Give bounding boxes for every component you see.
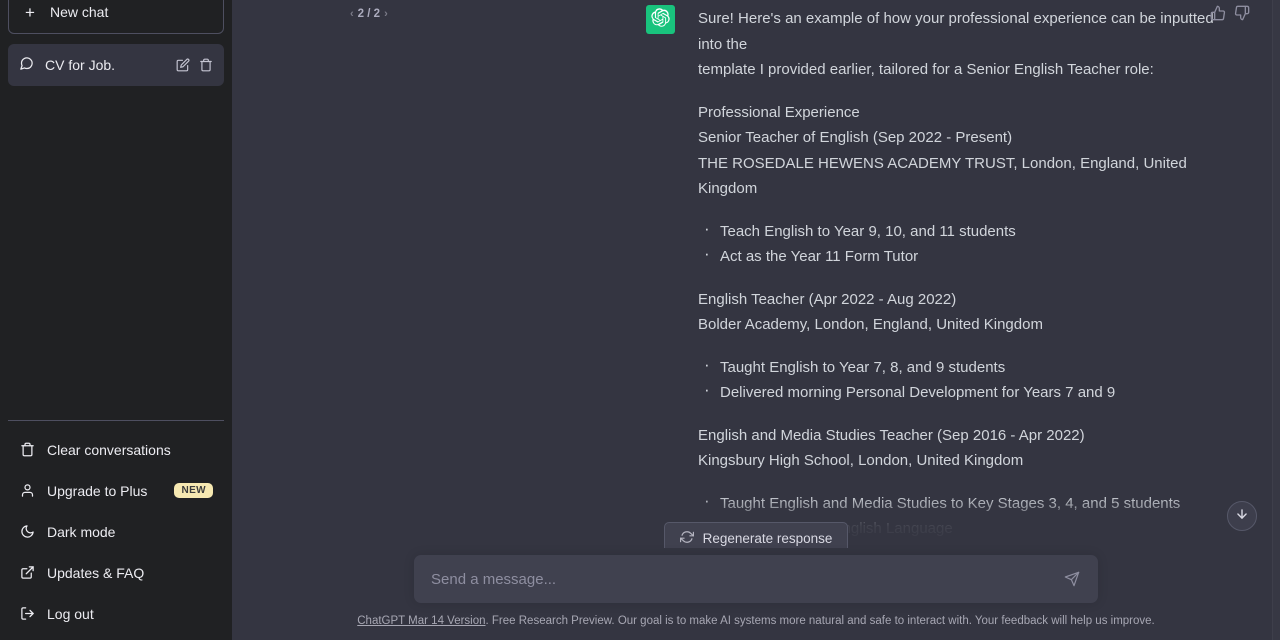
message-input[interactable] (431, 570, 1061, 588)
conversation-actions (176, 58, 213, 72)
assistant-message: ‹ 2 / 2 › Sure! Here's an example of how… (232, 0, 1280, 593)
new-chat-button[interactable]: + New chat (8, 0, 224, 34)
conversation-item-cv-for-job[interactable]: CV for Job. (8, 44, 224, 86)
version-link[interactable]: ChatGPT Mar 14 Version (357, 615, 485, 627)
sidebar-item-dark-mode[interactable]: Dark mode (8, 511, 224, 552)
refresh-icon (679, 530, 694, 547)
send-plane-icon[interactable] (1061, 568, 1083, 590)
message-inner: Sure! Here's an example of how your prof… (232, 0, 1280, 593)
pencil-icon[interactable] (176, 58, 190, 72)
trash-icon (19, 442, 35, 457)
conversation-list: CV for Job. (8, 44, 224, 86)
job-bullets: Taught English to Year 7, 8, and 9 stude… (698, 352, 1228, 406)
job-role: English Teacher (Apr 2022 - Aug 2022) (698, 290, 957, 308)
conversation-title: CV for Job. (45, 57, 116, 73)
footer-disclaimer-text: . Free Research Preview. Our goal is to … (485, 615, 1155, 627)
list-item: Teach English to Year 9, 10, and 11 stud… (698, 216, 1228, 245)
job-employer: THE ROSEDALE HEWENS ACADEMY TRUST, Londo… (698, 154, 1187, 198)
message-feedback (1210, 5, 1250, 21)
sidebar-item-label: Log out (47, 605, 94, 622)
job-bullets: Teach English to Year 9, 10, and 11 stud… (698, 216, 1228, 270)
sidebar-item-log-out[interactable]: Log out (8, 593, 224, 634)
sidebar-item-clear-conversations[interactable]: Clear conversations (8, 429, 224, 470)
moon-icon (19, 524, 35, 539)
plus-icon: + (25, 2, 35, 22)
sidebar-item-label: Upgrade to Plus (47, 482, 148, 499)
list-item: Delivered morning Personal Development f… (698, 377, 1228, 406)
thumbs-up-icon[interactable] (1210, 5, 1226, 21)
thread-scrollbar[interactable] (1272, 0, 1280, 640)
person-icon (19, 483, 35, 498)
logout-icon (19, 606, 35, 621)
sidebar-bottom-menu: Clear conversations Upgrade to Plus NEW (8, 420, 224, 640)
sidebar: + New chat CV for Job. Clear conversatio… (0, 0, 232, 640)
sidebar-item-label: Clear conversations (47, 441, 171, 458)
list-item: Act as the Year 11 Form Tutor (698, 241, 1228, 270)
status-badge-new: NEW (174, 483, 213, 498)
chatgpt-app: + New chat CV for Job. Clear conversatio… (0, 0, 1280, 640)
intro-line-2: template I provided earlier, tailored fo… (698, 61, 1154, 78)
job-role: English and Media Studies Teacher (Sep 2… (698, 426, 1085, 444)
job-employer: Bolder Academy, London, England, United … (698, 316, 1043, 333)
intro-line-1: Sure! Here's an example of how your prof… (698, 10, 1214, 53)
chat-bubble-icon (19, 56, 34, 74)
message-content: Sure! Here's an example of how your prof… (698, 0, 1228, 593)
footer-disclaimer: ChatGPT Mar 14 Version. Free Research Pr… (232, 615, 1280, 627)
list-item: Taught English and Media Studies to Key … (698, 488, 1228, 517)
new-chat-label: New chat (50, 4, 109, 20)
main-panel: ‹ 2 / 2 › Sure! Here's an example of how… (232, 0, 1280, 640)
external-link-icon (19, 565, 35, 580)
job-employer: Kingsbury High School, London, United Ki… (698, 452, 1024, 469)
sidebar-item-upgrade-to-plus[interactable]: Upgrade to Plus NEW (8, 470, 224, 511)
job-role: Senior Teacher of English (Sep 2022 - Pr… (698, 129, 1013, 146)
composer-box (414, 555, 1098, 603)
section-heading: Professional Experience (698, 103, 860, 121)
sidebar-item-label: Dark mode (47, 523, 116, 540)
thumbs-down-icon[interactable] (1234, 5, 1250, 21)
composer-area: ChatGPT Mar 14 Version. Free Research Pr… (232, 548, 1280, 640)
trash-icon[interactable] (199, 58, 213, 72)
regenerate-response-label: Regenerate response (702, 531, 833, 546)
sidebar-item-label: Updates & FAQ (47, 564, 145, 581)
list-item: Taught English to Year 7, 8, and 9 stude… (698, 352, 1228, 381)
sidebar-item-updates-and-faq[interactable]: Updates & FAQ (8, 552, 224, 593)
